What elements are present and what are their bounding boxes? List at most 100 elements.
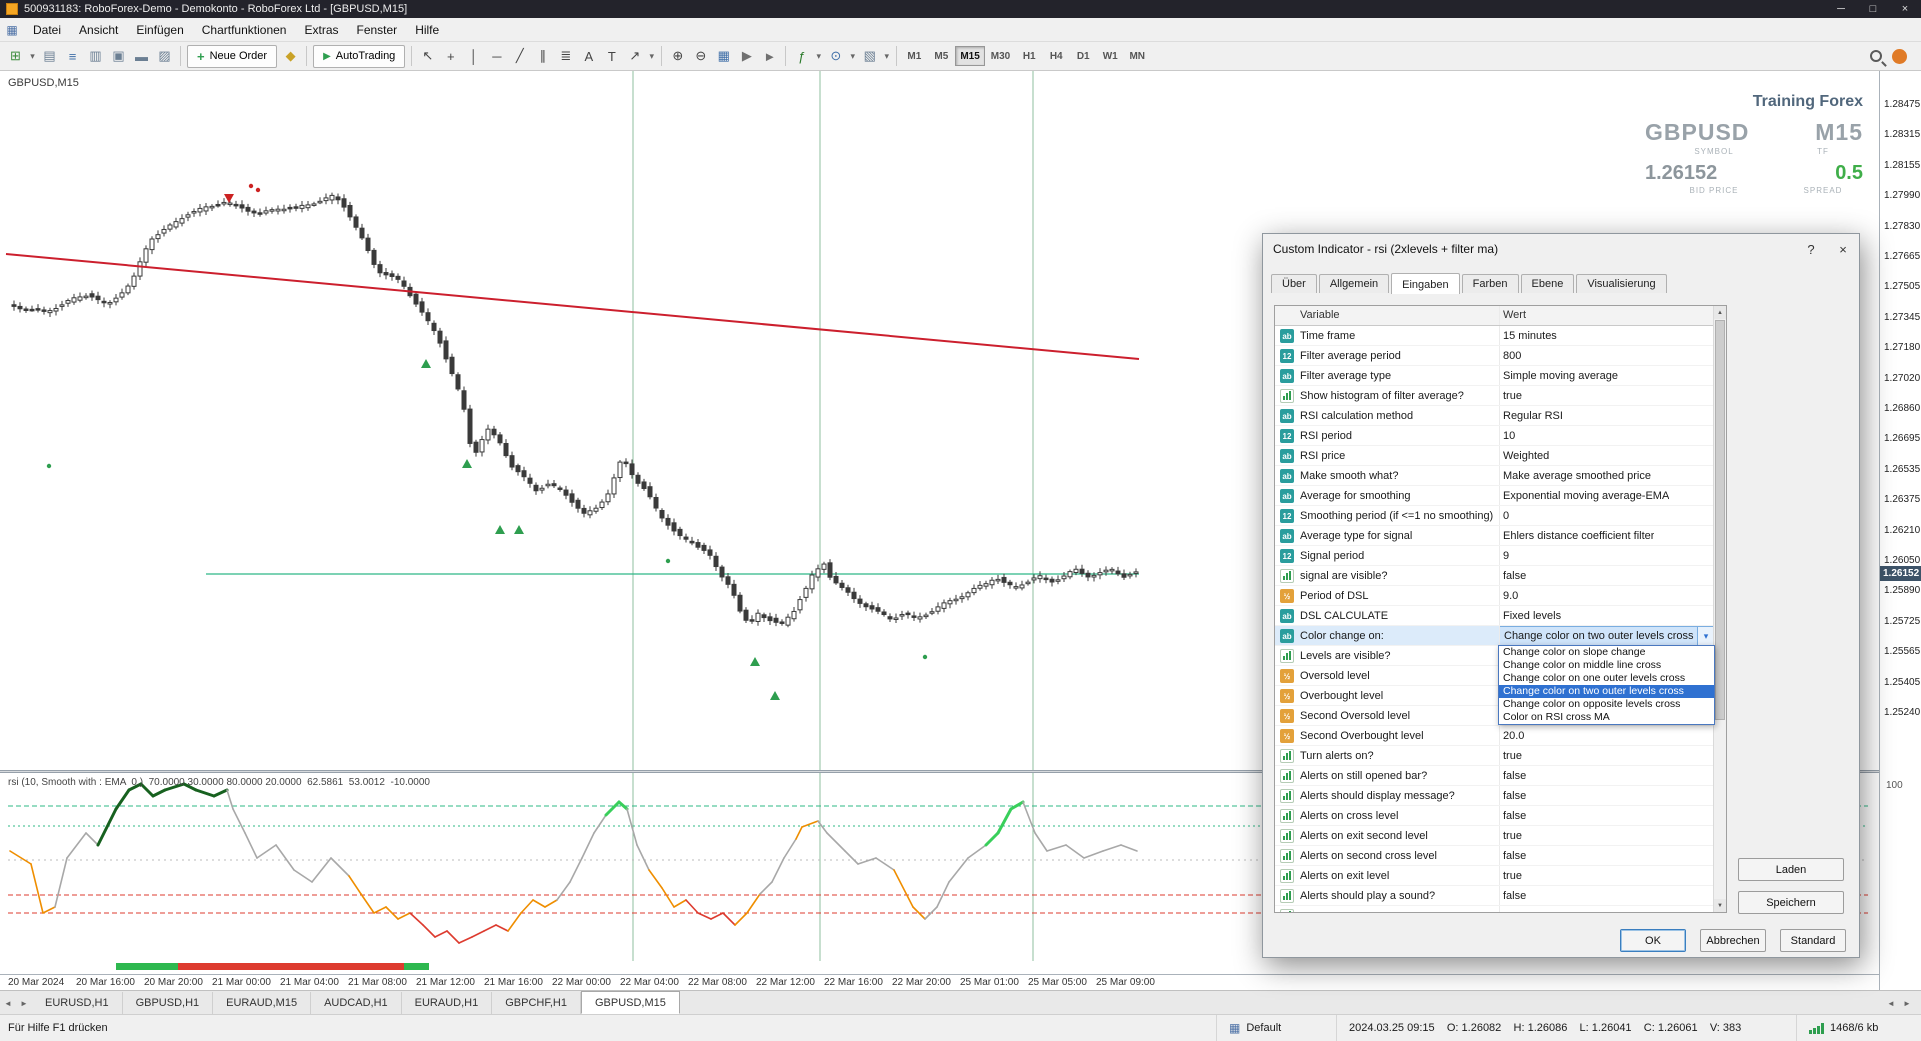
tab-visualisierung[interactable]: Visualisierung xyxy=(1576,274,1667,293)
input-row[interactable]: ab RSI price Weighted xyxy=(1275,446,1715,466)
menu-fenster[interactable]: Fenster xyxy=(348,18,407,41)
chart-tab-euraud-h1[interactable]: EURAUD,H1 xyxy=(402,992,493,1014)
input-row[interactable]: ab Average for smoothing Exponential movin… xyxy=(1275,486,1715,506)
input-value[interactable]: Weighted xyxy=(1503,450,1549,462)
input-value[interactable]: Fixed levels xyxy=(1503,610,1561,622)
scroll-up-icon[interactable]: ▲ xyxy=(1714,306,1726,319)
timeframe-m5[interactable]: M5 xyxy=(928,46,954,66)
chevron-down-icon[interactable]: ▾ xyxy=(1697,627,1714,645)
menu-chartfunktionen[interactable]: Chartfunktionen xyxy=(193,18,296,41)
input-row[interactable]: 12 Smoothing period (if <=1 no smoothing)… xyxy=(1275,506,1715,526)
timeframe-w1[interactable]: W1 xyxy=(1097,46,1123,66)
navigator-icon[interactable]: ▣ xyxy=(107,45,130,67)
profiles-icon[interactable]: ▤ xyxy=(38,45,61,67)
chart-shift-icon[interactable]: ► xyxy=(758,45,781,67)
input-row[interactable]: ab Filter average type Simple moving avera… xyxy=(1275,366,1715,386)
dropdown-option[interactable]: Change color on two outer levels cross xyxy=(1499,685,1714,698)
market-watch-icon[interactable]: ≡ xyxy=(61,45,84,67)
input-row[interactable]: Alerts on exit level true xyxy=(1275,866,1715,886)
channel-icon[interactable]: ∥ xyxy=(531,45,554,67)
search-icon[interactable] xyxy=(1870,50,1882,62)
chart-tab-euraud-m15[interactable]: EURAUD,M15 xyxy=(213,992,312,1014)
periods-icon[interactable]: ⊙ xyxy=(824,45,847,67)
indicators-icon[interactable]: ƒ xyxy=(790,45,813,67)
tabs-scroll-left-icon[interactable]: ◄ xyxy=(0,992,16,1014)
crosshair-icon[interactable]: + xyxy=(439,45,462,67)
tab-eingaben[interactable]: Eingaben xyxy=(1391,273,1460,294)
dialog-close-icon[interactable]: × xyxy=(1827,234,1859,264)
titlebar[interactable]: 500931183: RoboForex-Demo - Demokonto - … xyxy=(0,0,1921,18)
input-value[interactable]: 0 xyxy=(1503,510,1509,522)
timeframe-m30[interactable]: M30 xyxy=(986,46,1015,66)
dropdown-option[interactable]: Change color on opposite levels cross xyxy=(1499,698,1714,711)
input-row[interactable]: Turn alerts on? true xyxy=(1275,746,1715,766)
input-row[interactable]: Alerts should play a sound? false xyxy=(1275,886,1715,906)
menu-extras[interactable]: Extras xyxy=(295,18,347,41)
input-value[interactable]: Regular RSI xyxy=(1503,410,1563,422)
chart-tab-audcad-h1[interactable]: AUDCAD,H1 xyxy=(311,992,402,1014)
dropdown-option[interactable]: Change color on slope change xyxy=(1499,646,1714,659)
price-scale[interactable]: 1.28475 1.28315 1.28155 1.27990 1.27830 1.276… xyxy=(1879,71,1921,990)
zoom-out-icon[interactable]: ⊖ xyxy=(689,45,712,67)
metaeditor-icon[interactable]: ◆ xyxy=(279,45,302,67)
input-row[interactable]: 12 RSI period 10 xyxy=(1275,426,1715,446)
ok-button[interactable]: OK xyxy=(1620,929,1686,952)
input-value[interactable]: false xyxy=(1503,770,1526,782)
input-row[interactable]: ½ Second Overbought level 20.0 xyxy=(1275,726,1715,746)
input-row[interactable]: ½ Period of DSL 9.0 xyxy=(1275,586,1715,606)
dropdown-option[interactable]: Change color on one outer levels cross xyxy=(1499,672,1714,685)
input-value[interactable]: Ehlers distance coefficient filter xyxy=(1503,530,1654,542)
input-value[interactable]: Simple moving average xyxy=(1503,370,1618,382)
dropdown-option[interactable]: Color on RSI cross MA xyxy=(1499,711,1714,724)
chart-tab-gbpusd-h1[interactable]: GBPUSD,H1 xyxy=(123,992,214,1014)
auto-scroll-icon[interactable]: ▶ xyxy=(735,45,758,67)
input-value[interactable]: 800 xyxy=(1503,350,1521,362)
indicators-dropdown-icon[interactable]: ▾ xyxy=(813,45,824,67)
input-value[interactable]: 20.0 xyxy=(1503,730,1524,742)
input-row[interactable]: Alerts on still opened bar? false xyxy=(1275,766,1715,786)
chart-tab-gbpusd-m15[interactable]: GBPUSD,M15 xyxy=(580,991,680,1014)
cancel-button[interactable]: Abbrechen xyxy=(1700,929,1766,952)
periods-dropdown-icon[interactable]: ▾ xyxy=(847,45,858,67)
input-value[interactable]: 9 xyxy=(1503,550,1509,562)
dialog-help-icon[interactable]: ? xyxy=(1795,234,1827,264)
input-row[interactable]: Show histogram of filter average? true xyxy=(1275,386,1715,406)
trendline-icon[interactable]: ╱ xyxy=(508,45,531,67)
tab-über[interactable]: Über xyxy=(1271,274,1317,293)
templates-icon[interactable]: ▧ xyxy=(858,45,881,67)
tab-farben[interactable]: Farben xyxy=(1461,274,1519,293)
reset-button[interactable]: Standard xyxy=(1780,929,1846,952)
new-order-button[interactable]: + Neue Order xyxy=(187,44,278,68)
timeframe-h1[interactable]: H1 xyxy=(1016,46,1042,66)
timeframe-m15[interactable]: M15 xyxy=(955,46,985,66)
terminal-icon[interactable]: ▬ xyxy=(130,45,153,67)
zoom-in-icon[interactable]: ⊕ xyxy=(666,45,689,67)
input-value[interactable]: Make average smoothed price xyxy=(1503,470,1651,482)
data-window-icon[interactable]: ▥ xyxy=(84,45,107,67)
timeframe-h4[interactable]: H4 xyxy=(1043,46,1069,66)
input-row[interactable]: signal are visible? false xyxy=(1275,566,1715,586)
fibonacci-icon[interactable]: ≣ xyxy=(554,45,577,67)
time-axis[interactable]: 20 Mar 2024 20 Mar 16:00 20 Mar 20:00 21 Ma… xyxy=(0,974,1879,990)
input-row[interactable]: 12 Signal period 9 xyxy=(1275,546,1715,566)
input-value[interactable]: true xyxy=(1503,870,1522,882)
new-chart-dropdown-icon[interactable]: ▾ xyxy=(27,45,38,67)
menu-datei[interactable]: Datei xyxy=(24,18,70,41)
input-value[interactable]: 15 minutes xyxy=(1503,330,1557,342)
input-row[interactable]: ab Color change on: Change color on two ou… xyxy=(1275,626,1715,646)
tab-ebene[interactable]: Ebene xyxy=(1520,274,1575,293)
input-value[interactable]: true xyxy=(1503,830,1522,842)
menu-hilfe[interactable]: Hilfe xyxy=(406,18,448,41)
input-value[interactable]: 9.0 xyxy=(1503,590,1518,602)
chart-window-icon[interactable]: ▦ xyxy=(4,23,20,37)
input-value[interactable]: true xyxy=(1503,390,1522,402)
input-row[interactable]: ab Make smooth what? Make average smoothed… xyxy=(1275,466,1715,486)
color-change-combobox[interactable]: Change color on two outer levels cross ▾ xyxy=(1499,626,1715,646)
menu-einfügen[interactable]: Einfügen xyxy=(127,18,192,41)
chart-tab-gbpchf-h1[interactable]: GBPCHF,H1 xyxy=(492,992,581,1014)
timeframe-mn[interactable]: MN xyxy=(1124,46,1150,66)
label-icon[interactable]: T xyxy=(600,45,623,67)
table-scrollbar[interactable]: ▲ ▼ xyxy=(1713,306,1726,912)
minimize-icon[interactable]: ─ xyxy=(1825,0,1857,18)
load-button[interactable]: Laden xyxy=(1738,858,1844,881)
